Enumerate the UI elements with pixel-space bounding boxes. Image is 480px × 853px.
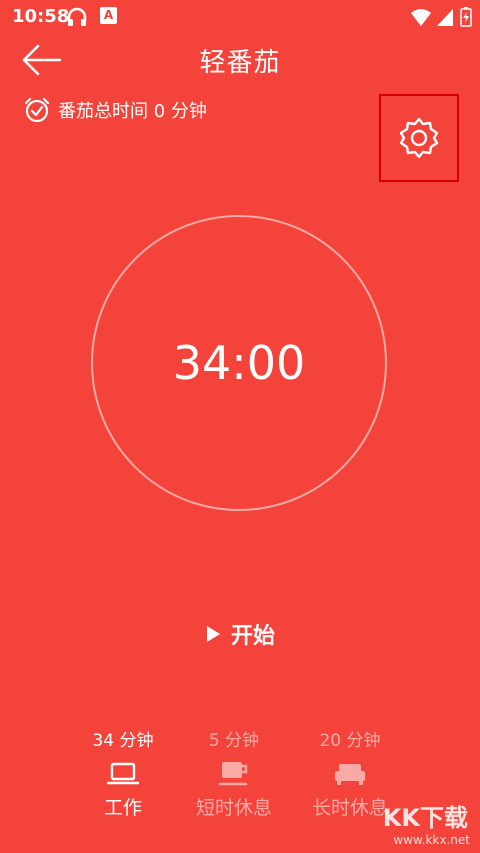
status-time: 10:58 [12, 6, 70, 27]
status-bar: 10:58 A [0, 0, 480, 34]
tab-work-label: 工作 [103, 797, 142, 819]
timer-display: 34:00 [172, 336, 306, 390]
watermark-url: www.kkx.net [393, 833, 470, 847]
tab-work[interactable]: 34 分钟 工作 [63, 728, 183, 822]
total-time-text: 番茄总时间 0 分钟 [58, 101, 207, 122]
laptop-icon [107, 762, 139, 785]
timer-ring[interactable]: 34:00 [91, 215, 387, 511]
coffee-cup-icon [218, 762, 248, 786]
start-button[interactable]: 开始 [0, 618, 480, 650]
tab-work-duration: 34 分钟 [92, 731, 154, 751]
notification-app-icon: A [100, 7, 117, 24]
tab-short-break-label: 短时休息 [195, 797, 272, 819]
sofa-icon [335, 764, 365, 785]
watermark-logo: KK下载 [382, 804, 468, 832]
app-bar: 轻番茄 [0, 34, 480, 90]
alarm-check-icon [24, 97, 50, 123]
gear-icon [399, 117, 439, 159]
settings-button[interactable] [379, 94, 459, 182]
total-time-summary: 番茄总时间 0 分钟 [24, 96, 207, 124]
battery-icon [460, 7, 472, 27]
start-label: 开始 [230, 624, 275, 649]
play-icon [206, 626, 220, 642]
headphones-icon [67, 7, 87, 26]
tab-long-break-duration: 20 分钟 [319, 731, 381, 751]
cell-signal-icon [437, 9, 453, 26]
tab-short-break[interactable]: 5 分钟 短时休息 [174, 728, 294, 822]
wifi-icon [411, 9, 431, 26]
page-title: 轻番茄 [199, 48, 281, 78]
tab-short-break-duration: 5 分钟 [208, 731, 260, 751]
